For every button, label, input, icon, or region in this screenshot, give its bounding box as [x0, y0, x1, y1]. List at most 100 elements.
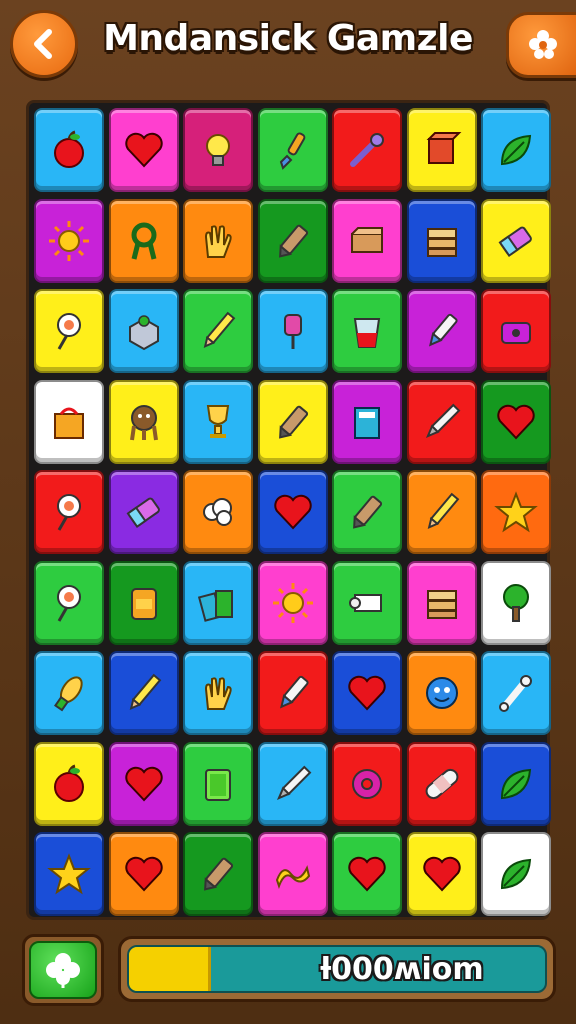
game-tile[interactable]: [108, 470, 179, 554]
bone-icon: [499, 675, 532, 712]
game-tile[interactable]: [406, 651, 477, 735]
clover-icon: [46, 953, 80, 988]
game-tile[interactable]: [332, 289, 402, 373]
star-icon: [47, 853, 91, 895]
crayon-icon: [204, 857, 234, 891]
tree-icon: [503, 583, 529, 622]
clover-button[interactable]: [22, 934, 104, 1006]
game-tile[interactable]: [257, 108, 328, 192]
back-button[interactable]: [10, 10, 78, 78]
game-tile[interactable]: [257, 832, 328, 916]
game-tile[interactable]: [406, 470, 477, 554]
game-tile[interactable]: [332, 651, 402, 735]
progress-track: ƚ000ʍiom: [127, 945, 547, 993]
game-tile[interactable]: [481, 741, 551, 826]
chevron-left-icon: [34, 29, 52, 59]
scroll-icon: [349, 593, 382, 612]
game-tile[interactable]: [481, 832, 551, 916]
game-tile[interactable]: [108, 198, 179, 283]
game-tile[interactable]: [481, 470, 551, 554]
game-tile[interactable]: [108, 651, 179, 735]
game-tile[interactable]: [257, 289, 328, 373]
game-screen: Mndansick Gamzle ƚ000ʍiom: [0, 0, 576, 1024]
game-tile[interactable]: [183, 198, 253, 283]
progress-label: ƚ000ʍiom: [320, 951, 484, 987]
game-tile[interactable]: [332, 108, 402, 192]
hand-icon: [204, 677, 232, 710]
sun-icon: [49, 220, 89, 261]
heart-icon: [422, 856, 461, 892]
game-tile[interactable]: [34, 560, 104, 645]
game-tile[interactable]: [406, 379, 477, 464]
game-tile[interactable]: [406, 108, 477, 192]
game-tile[interactable]: [332, 379, 402, 464]
corn-icon: [54, 676, 83, 712]
game-tile[interactable]: [108, 560, 179, 645]
flower-icon: [528, 30, 557, 59]
cloud-icon: [203, 498, 232, 526]
game-tile[interactable]: [406, 289, 477, 373]
game-tile[interactable]: [34, 379, 104, 464]
game-tile[interactable]: [481, 560, 551, 645]
game-tile[interactable]: [34, 651, 104, 735]
game-tile[interactable]: [481, 289, 551, 373]
game-tile[interactable]: [332, 741, 402, 826]
game-tile[interactable]: [34, 470, 104, 554]
sharpener-icon: [501, 322, 531, 344]
game-tile[interactable]: [34, 198, 104, 283]
game-tile[interactable]: [332, 198, 402, 283]
jar-icon: [130, 587, 157, 620]
cube-icon: [426, 132, 461, 164]
game-tile[interactable]: [34, 832, 104, 916]
game-tile[interactable]: [183, 289, 253, 373]
game-tile[interactable]: [108, 741, 179, 826]
game-tile[interactable]: [257, 470, 328, 554]
game-tile[interactable]: [183, 832, 253, 916]
game-tile[interactable]: [406, 198, 477, 283]
game-tile[interactable]: [332, 470, 402, 554]
pencil-icon: [129, 673, 161, 711]
game-tile[interactable]: [183, 470, 253, 554]
game-tile[interactable]: [183, 651, 253, 735]
game-tile[interactable]: [481, 198, 551, 283]
bottom-bar: ƚ000ʍiom: [0, 924, 576, 1024]
game-tile[interactable]: [34, 108, 104, 192]
game-tile[interactable]: [108, 108, 179, 192]
marker-icon: [279, 675, 309, 709]
bandage-icon: [425, 768, 458, 799]
books-icon: [197, 589, 233, 622]
game-tile[interactable]: [257, 198, 328, 283]
game-tile[interactable]: [257, 379, 328, 464]
game-tile[interactable]: [108, 832, 179, 916]
game-tile[interactable]: [108, 379, 179, 464]
heart-icon: [124, 766, 163, 801]
game-tile[interactable]: [406, 741, 477, 826]
hand-icon: [204, 224, 232, 258]
crayon-icon: [278, 224, 308, 258]
game-tile[interactable]: [481, 651, 551, 735]
game-tile[interactable]: [34, 289, 104, 373]
game-tile[interactable]: [406, 832, 477, 916]
pencil-icon: [427, 492, 459, 530]
settings-button[interactable]: [506, 12, 576, 78]
top-bar: Mndansick Gamzle: [0, 0, 576, 88]
game-tile[interactable]: [108, 289, 179, 373]
game-tile[interactable]: [332, 832, 402, 916]
game-tile[interactable]: [183, 741, 253, 826]
game-tile[interactable]: [183, 108, 253, 192]
game-tile[interactable]: [257, 741, 328, 826]
game-tile[interactable]: [183, 379, 253, 464]
game-tile[interactable]: [481, 379, 551, 464]
game-tile[interactable]: [183, 560, 253, 645]
leaf-icon: [500, 768, 532, 799]
game-tile[interactable]: [481, 108, 551, 192]
game-tile[interactable]: [257, 560, 328, 645]
game-tile[interactable]: [332, 560, 402, 645]
lightbulb-icon: [206, 134, 230, 166]
tool-icon: [350, 133, 384, 167]
game-tile[interactable]: [257, 651, 328, 735]
game-tile[interactable]: [34, 741, 104, 826]
wave-icon: [275, 865, 310, 889]
bag-icon: [54, 407, 84, 439]
game-tile[interactable]: [406, 560, 477, 645]
